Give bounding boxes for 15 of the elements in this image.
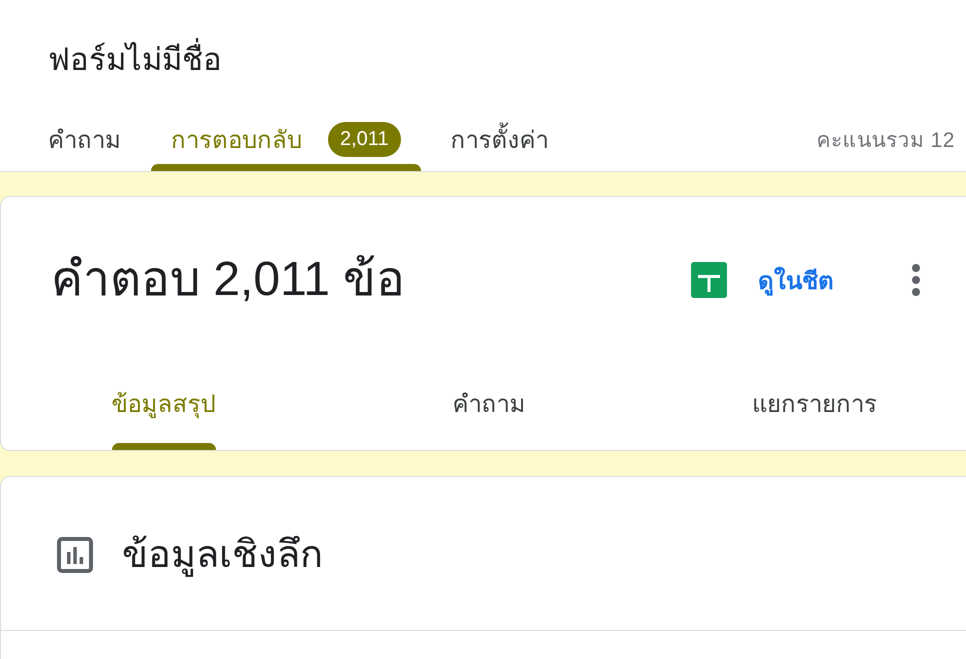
- sub-tab[interactable]: ข้อมูลสรุป: [110, 356, 218, 450]
- view-in-sheets-button[interactable]: ดูในชีต: [691, 260, 834, 300]
- total-points: คะแนนรวม 12: [816, 128, 955, 154]
- insights-title: ข้อมูลเชิงลึก: [122, 535, 323, 575]
- form-title: ฟอร์มไม่มีชื่อ: [48, 38, 222, 82]
- tab[interactable]: การตอบกลับ 2,011: [151, 108, 421, 171]
- tab[interactable]: คำถาม: [28, 108, 141, 171]
- more-vertical-icon: [911, 264, 921, 296]
- sub-tab[interactable]: คำถาม: [450, 356, 528, 450]
- responses-heading: คำตอบ 2,011 ข้อ: [51, 252, 406, 308]
- count-badge: 2,011: [328, 122, 401, 157]
- tab[interactable]: การตั้งค่า: [430, 108, 569, 171]
- spreadsheet-icon: [691, 262, 727, 298]
- sub-tab[interactable]: แยกรายการ: [750, 356, 879, 450]
- bar-chart-icon: [57, 537, 93, 573]
